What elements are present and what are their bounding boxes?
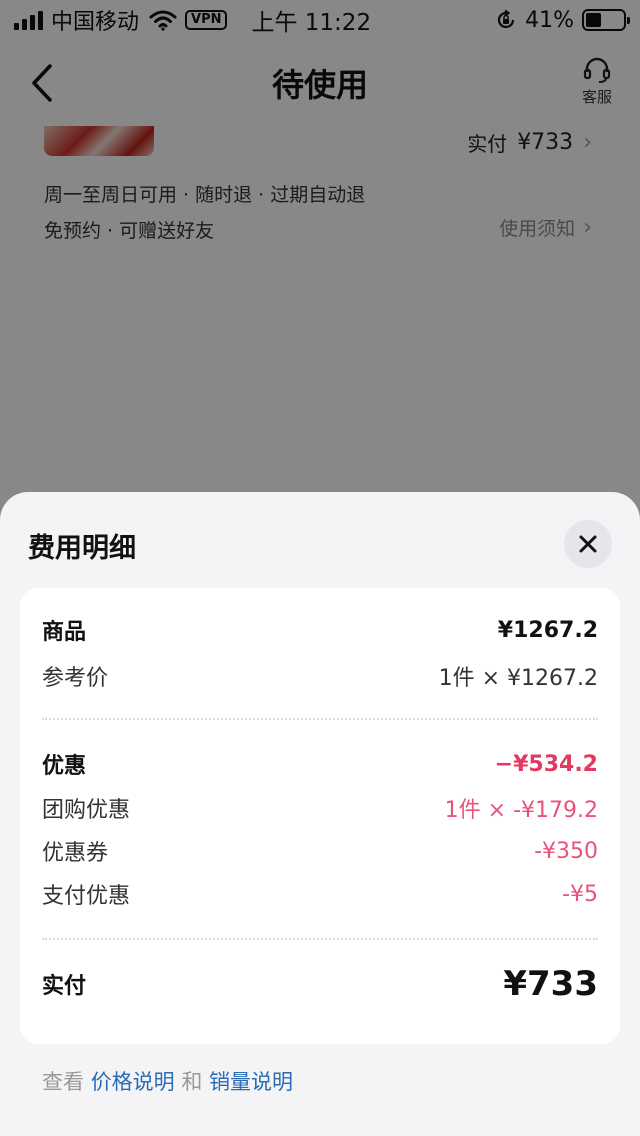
discount-total-value: −¥534.2	[494, 751, 598, 777]
goods-label: 商品	[42, 620, 87, 645]
reference-price-label: 参考价	[42, 666, 109, 691]
discount-item-label: 团购优惠	[42, 798, 131, 823]
footer-links: 查看 价格说明 和 销量说明	[42, 1066, 293, 1096]
discount-item-row: 支付优惠 -¥5	[42, 878, 598, 910]
discount-row: 优惠 −¥534.2	[42, 748, 598, 780]
fee-detail-sheet: 费用明细 商品 ¥1267.2 参考价 1件 × ¥1267.2 优惠 −¥53…	[0, 492, 640, 1136]
reference-price-value: 1件 × ¥1267.2	[438, 666, 598, 691]
discount-item-label: 支付优惠	[42, 884, 131, 909]
price-explanation-link[interactable]: 价格说明	[91, 1070, 175, 1094]
discount-item-value: -¥350	[534, 838, 598, 864]
discount-item-value: 1件 × -¥179.2	[444, 798, 598, 823]
discount-label: 优惠	[42, 754, 87, 779]
close-icon	[579, 535, 597, 553]
discount-item-label: 优惠券	[42, 841, 109, 866]
total-row: 实付 ¥733	[42, 964, 598, 1004]
discount-item-row: 优惠券 -¥350	[42, 835, 598, 867]
divider	[42, 718, 598, 720]
footer-prefix: 查看	[42, 1070, 84, 1094]
discount-item-value: -¥5	[562, 881, 598, 907]
reference-price-row: 参考价 1件 × ¥1267.2	[42, 660, 598, 692]
footer-conjunction: 和	[181, 1070, 203, 1094]
sales-explanation-link[interactable]: 销量说明	[209, 1070, 293, 1094]
goods-row: 商品 ¥1267.2	[42, 614, 598, 646]
close-button[interactable]	[564, 520, 612, 568]
total-label: 实付	[42, 974, 87, 999]
divider	[42, 938, 598, 940]
sheet-title: 费用明细	[28, 533, 136, 564]
total-value: ¥733	[503, 964, 598, 1004]
goods-value: ¥1267.2	[497, 617, 598, 643]
fee-detail-card: 商品 ¥1267.2 参考价 1件 × ¥1267.2 优惠 −¥534.2 团…	[20, 588, 620, 1044]
discount-item-row: 团购优惠 1件 × -¥179.2	[42, 792, 598, 824]
